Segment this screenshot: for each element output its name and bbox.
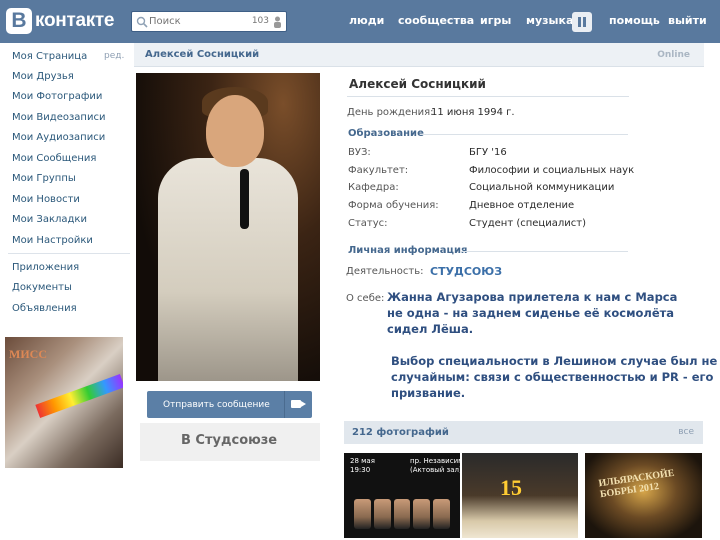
birthday-label: День рождения: [347, 107, 434, 118]
thumb-caption: ИЛЬЯРАСКОЙЕ БОБРЫ 2012 [597, 467, 676, 501]
sidebar-ad-banner[interactable]: МИСС [5, 337, 123, 468]
top-header: В контакте 103 люди сообщества игры музы… [0, 0, 720, 43]
studsouz-label: В Студсоюзе [181, 433, 278, 448]
sidebar-item-settings[interactable]: Мои Настройки [12, 235, 93, 246]
sidebar-item-friends[interactable]: Мои Друзья [12, 71, 74, 82]
sidebar-item-audio[interactable]: Мои Аудиозаписи [12, 132, 105, 143]
search-box: 103 [131, 11, 287, 32]
profile-name-header: Алексей Сосницкий [145, 49, 260, 60]
ad-rainbow-stripe [35, 374, 123, 418]
thumb-number: 15 [500, 475, 522, 500]
education-value-form[interactable]: Дневное отделение [469, 200, 574, 211]
sidebar-item-messages[interactable]: Мои Сообщения [12, 153, 96, 164]
online-status: Online [657, 50, 690, 60]
logo-letter: В [6, 8, 32, 34]
thumb-caption: 28 мая 19:30 [350, 457, 375, 474]
about-label: О себе: [346, 293, 385, 304]
education-label-status: Статус: [348, 218, 388, 229]
activity-label: Деятельность: [346, 266, 424, 277]
photos-all-link[interactable]: все [678, 427, 694, 437]
search-count: 103 [251, 16, 269, 26]
education-value-status[interactable]: Студент (специалист) [469, 218, 586, 229]
nav-communities[interactable]: сообщества [398, 14, 474, 27]
nav-people[interactable]: люди [349, 14, 384, 27]
education-label-university: ВУЗ: [348, 147, 371, 158]
divider [347, 96, 629, 97]
photos-count-title[interactable]: 212 фотографий [352, 427, 449, 438]
divider [460, 251, 628, 252]
education-label-faculty: Факультет: [348, 165, 409, 176]
send-message-label: Отправить сообщение [163, 400, 270, 410]
personal-info-title: Личная информация [348, 245, 468, 256]
studsouz-block[interactable]: В Студсоюзе [140, 423, 320, 461]
logo-text: контакте [35, 10, 115, 31]
sidebar-item-bookmarks[interactable]: Мои Закладки [12, 214, 87, 225]
sidebar-item-photos[interactable]: Мои Фотографии [12, 91, 102, 102]
photo-thumbnail[interactable]: 28 мая 19:30 пр. Независимости 8 (Актовы… [344, 453, 460, 538]
education-value-department[interactable]: Социальной коммуникации [469, 182, 614, 193]
birthday-value[interactable]: 11 июня 1994 г. [431, 107, 515, 118]
activity-value[interactable]: СТУДСОЮЗ [430, 265, 502, 278]
education-title: Образование [348, 128, 424, 139]
sidebar-item-my-page[interactable]: Моя Страница [12, 51, 87, 62]
search-input[interactable] [149, 14, 239, 29]
sidebar-divider [8, 253, 130, 254]
photo-thumbnail[interactable]: ИЛЬЯРАСКОЙЕ БОБРЫ 2012 [585, 453, 702, 538]
nav-help[interactable]: помощь [609, 14, 660, 27]
nav-logout[interactable]: выйти [668, 14, 707, 27]
profile-full-name: Алексей Сосницкий [349, 77, 486, 91]
divider [420, 134, 628, 135]
about-text-2: Выбор специальности в Лешином случае был… [391, 354, 718, 400]
edit-link[interactable]: ред. [104, 51, 124, 61]
nav-music[interactable]: музыка [526, 14, 573, 27]
photos-section-header[interactable]: 212 фотографий все [344, 421, 703, 444]
microphone [240, 169, 249, 229]
photo-thumbnail[interactable]: 15 [462, 453, 578, 538]
search-icon [136, 16, 148, 28]
education-label-form: Форма обучения: [348, 200, 439, 211]
thumb-caption: пр. Независимости 8 (Актовый зал) [410, 457, 460, 474]
education-label-department: Кафедра: [348, 182, 399, 193]
sidebar-item-documents[interactable]: Документы [12, 282, 72, 293]
pause-icon[interactable] [572, 12, 592, 32]
people-icon[interactable] [273, 16, 282, 28]
sidebar-item-news[interactable]: Мои Новости [12, 194, 80, 205]
about-text-1: Жанна Агузарова прилетела к нам с Марса … [387, 290, 678, 336]
education-value-faculty[interactable]: Философии и социальных наук [469, 165, 634, 176]
sidebar-item-apps[interactable]: Приложения [12, 262, 79, 273]
send-message-button[interactable]: Отправить сообщение [147, 391, 312, 418]
nav-games[interactable]: игры [480, 14, 511, 27]
ad-banner-text: МИСС [9, 347, 47, 361]
video-camera-icon[interactable] [284, 391, 312, 418]
vk-logo[interactable]: В контакте [6, 7, 115, 35]
profile-photo[interactable] [136, 73, 320, 381]
education-value-university[interactable]: БГУ '16 [469, 147, 507, 158]
sidebar-item-groups[interactable]: Мои Группы [12, 173, 76, 184]
sidebar-item-videos[interactable]: Мои Видеозаписи [12, 112, 105, 123]
sidebar-item-ads[interactable]: Объявления [12, 303, 77, 314]
profile-header-bar: Алексей Сосницкий Online [134, 43, 704, 67]
